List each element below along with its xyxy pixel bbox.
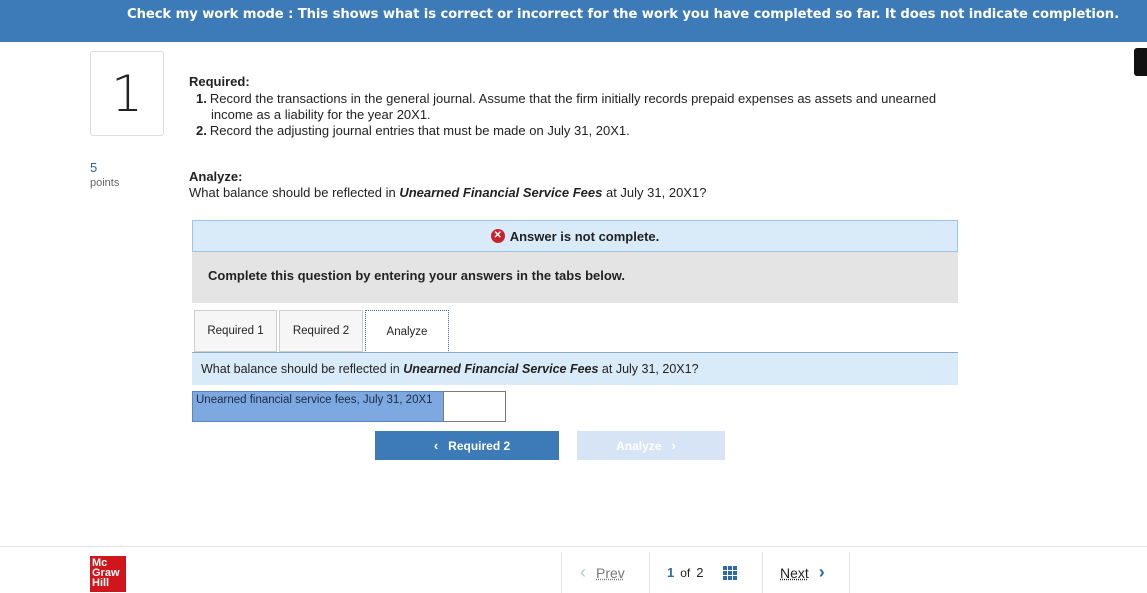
points-value: 5 <box>90 160 98 175</box>
page-of: of <box>680 565 691 580</box>
chevron-left-icon: ‹ <box>433 438 439 453</box>
required-item-1-text: Record the transactions in the general j… <box>209 91 937 106</box>
check-my-work-banner: Check my work mode : This shows what is … <box>0 0 1147 42</box>
next-tab-label: Analyze <box>616 438 662 453</box>
tab-required-1[interactable]: Required 1 <box>194 310 277 352</box>
banner-text: Check my work mode : This shows what is … <box>126 7 1119 22</box>
required-item-2-num: 2. <box>196 123 207 138</box>
page-current: 1 <box>667 565 675 580</box>
analyze-question: What balance should be reflected in Unea… <box>189 185 706 200</box>
tab-required-2[interactable]: Required 2 <box>279 310 363 352</box>
instructions-bar: Complete this question by entering your … <box>192 252 958 303</box>
balance-input[interactable] <box>443 391 506 422</box>
required-item-1-num: 1. <box>196 91 207 106</box>
required-item-1: 1. Record the transactions in the general… <box>196 91 936 107</box>
error-x-icon: ✕ <box>490 229 505 243</box>
next-tab-button[interactable]: Analyze › <box>577 431 725 460</box>
prev-question-label: Prev <box>596 564 625 581</box>
answer-status-text: Answer is not complete. <box>509 228 660 244</box>
analyze-question-account: Unearned Financial Service Fees <box>399 185 603 200</box>
grid-icon[interactable] <box>723 565 738 580</box>
tab-analyze[interactable]: Analyze <box>365 310 449 353</box>
footer-divider <box>0 546 1147 547</box>
page-navigator[interactable]: 1 of 2 <box>649 552 762 593</box>
chevron-right-icon: › <box>671 438 676 453</box>
required-item-2: 2. Record the adjusting journal entries t… <box>196 123 630 139</box>
next-question-button[interactable]: Next › <box>762 552 850 593</box>
required-heading-clipped: Required: <box>189 74 289 88</box>
mcgraw-hill-logo: Mc Graw Hill <box>90 556 126 592</box>
required-item-2-text: Record the adjusting journal entries tha… <box>209 123 630 138</box>
page-total: 2 <box>696 565 704 580</box>
chevron-left-icon: ‹ <box>580 562 586 582</box>
next-question-label: Next <box>780 564 809 581</box>
balance-field-label: Unearned financial service fees, July 31… <box>192 391 444 422</box>
prev-question-button[interactable]: ‹ Prev <box>561 552 649 593</box>
tab-panel-question: What balance should be reflected in Unea… <box>192 353 958 385</box>
side-panel-tab[interactable] <box>1134 48 1147 76</box>
chevron-right-icon: › <box>818 562 825 582</box>
tab-question-account: Unearned Financial Service Fees <box>403 362 599 376</box>
analyze-question-post: at July 31, 20X1? <box>602 185 707 200</box>
analyze-question-pre: What balance should be reflected in <box>189 185 400 200</box>
tab-question-pre: What balance should be reflected in <box>201 362 404 376</box>
question-number: 1 <box>90 51 164 136</box>
analyze-title: Analyze: <box>189 169 243 184</box>
answer-status-bar: ✕ Answer is not complete. <box>192 220 958 252</box>
prev-tab-label: Required 2 <box>448 438 511 453</box>
points-label: points <box>90 177 120 189</box>
prev-tab-button[interactable]: ‹ Required 2 <box>375 431 559 460</box>
required-item-1-continued: income as a liability for the year 20X1. <box>211 107 431 122</box>
required-heading: Required: <box>189 74 250 88</box>
tab-question-post: at July 31, 20X1? <box>598 362 699 376</box>
